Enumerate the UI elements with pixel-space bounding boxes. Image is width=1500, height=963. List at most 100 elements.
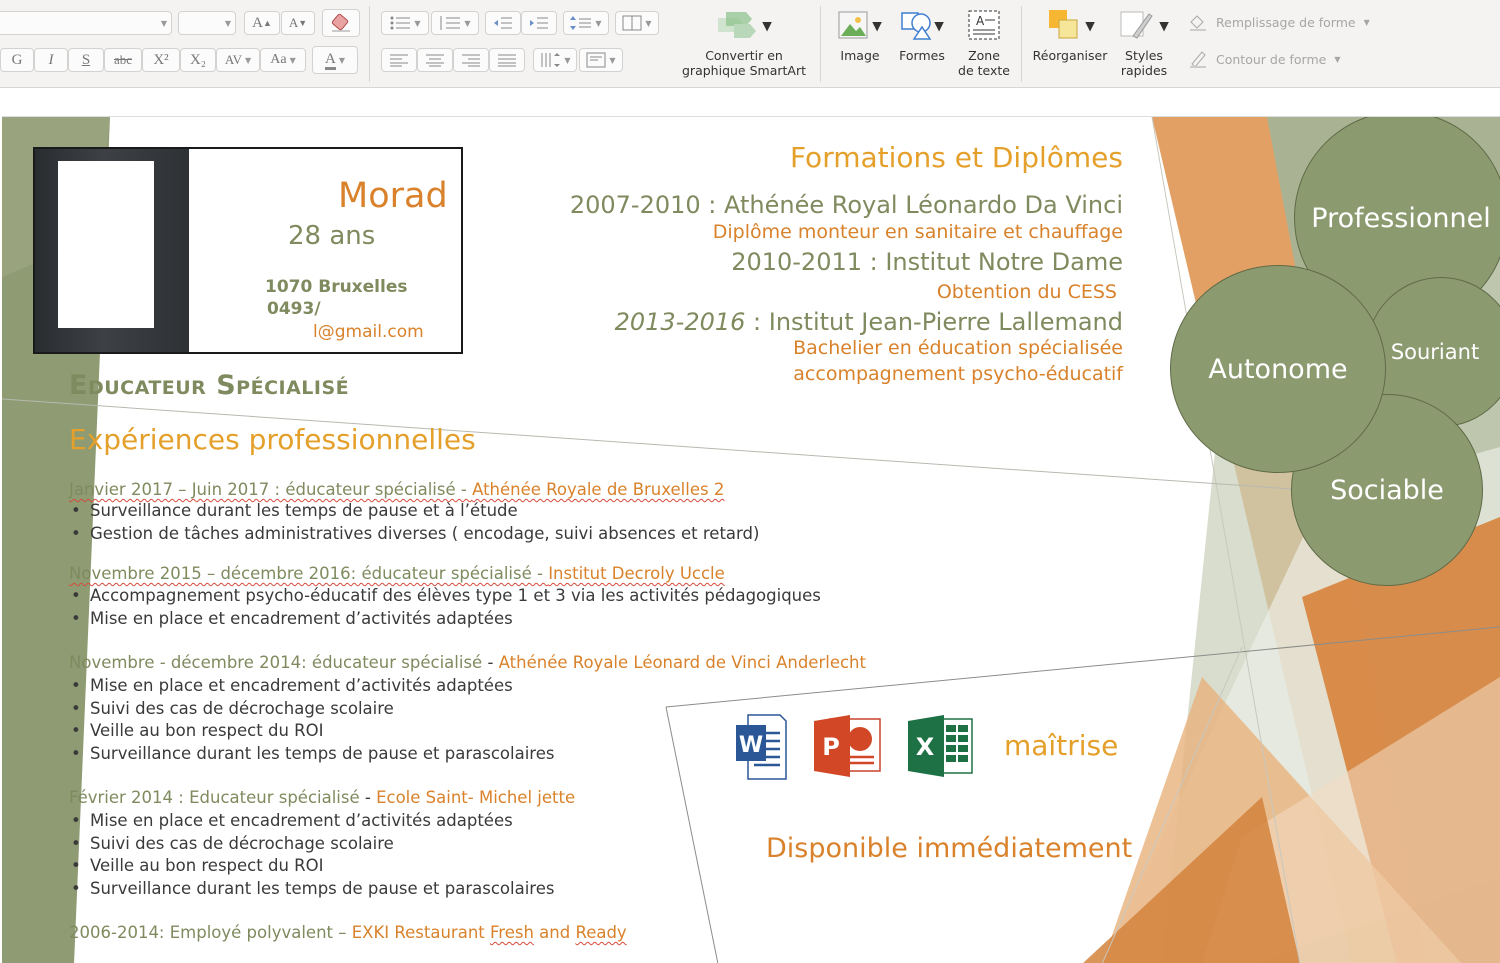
font-color-button[interactable]: A ▼ xyxy=(312,46,358,74)
experience-place: Ecole Saint- Michel jette xyxy=(376,788,576,807)
formation-detail: Obtention du CESS xyxy=(936,281,1117,303)
experience-title: Février 2014 : Educateur spécialisé - Ec… xyxy=(69,788,575,807)
profile-age: 28 ans xyxy=(288,221,376,251)
clear-format-button[interactable] xyxy=(322,9,360,37)
quality-label: Autonome xyxy=(1208,353,1348,385)
italic-button[interactable]: I xyxy=(34,48,68,72)
increase-indent-button[interactable] xyxy=(521,11,557,35)
list-item: Gestion de tâches administratives divers… xyxy=(69,523,759,546)
indent-icon xyxy=(530,17,548,29)
experience-separator: - xyxy=(487,653,499,672)
numbering-button[interactable]: ▼ xyxy=(431,11,479,35)
experience-title: 2006-2014: Employé polyvalent – EXKI Res… xyxy=(69,923,627,942)
experience-place: Ready xyxy=(575,923,627,942)
list-item: Mise en place et encadrement d’activités… xyxy=(69,675,554,698)
numbered-list-icon xyxy=(440,16,461,30)
formation-line: 2013-2016 : Institut Jean-Pierre Lallema… xyxy=(615,308,1123,336)
decrease-indent-button[interactable] xyxy=(485,11,521,35)
profile-phone: 0493/ xyxy=(267,299,321,319)
font-size-select[interactable]: ▼ xyxy=(178,11,236,35)
align-center-button[interactable] xyxy=(417,48,453,72)
slide-canvas[interactable]: Morad 28 ans 1070 Bruxelles 0493/ l@gmai… xyxy=(2,116,1500,963)
experience-dates: Novembre - décembre 2014: éducateur spéc… xyxy=(69,653,488,672)
font-name-select[interactable]: ▼ xyxy=(0,11,172,35)
profile-email: l@gmail.com xyxy=(313,322,424,342)
list-item: Suivi des cas de décrochage scolaire xyxy=(69,833,554,856)
word-letter: W xyxy=(739,733,763,758)
ribbon-separator xyxy=(820,6,821,82)
shape-fill-button[interactable]: Remplissage de forme ▼ xyxy=(1188,13,1370,31)
quality-label: Souriant xyxy=(1390,340,1480,364)
experience-place: EXKI Restaurant xyxy=(351,923,490,942)
powerpoint-letter: P xyxy=(822,733,840,761)
experience-bullets: Accompagnement psycho-éducatif des élève… xyxy=(69,585,821,630)
insert-textbox-button[interactable]: A Zone de texte xyxy=(955,8,1013,78)
bullets-button[interactable]: ▼ xyxy=(381,11,429,35)
quick-styles-button[interactable]: ▼ Styles rapides xyxy=(1116,8,1172,78)
grow-font-button[interactable]: A ▲ xyxy=(244,11,280,35)
experience-place: Athénée Royale Léonard de Vinci Anderlec… xyxy=(498,653,866,672)
columns-button[interactable]: ▼ xyxy=(615,11,659,35)
ribbon-separator xyxy=(1021,6,1022,82)
brush-icon xyxy=(1120,11,1153,39)
shapes-icon xyxy=(901,12,932,40)
job-title: Educateur Spécialisé xyxy=(69,370,350,401)
formation-line: 2007-2010 : Athénée Royal Léonardo Da Vi… xyxy=(569,191,1123,219)
underline-button[interactable]: S xyxy=(68,48,104,72)
image-icon xyxy=(838,11,868,39)
bold-button[interactable]: G xyxy=(0,48,34,72)
list-item: Surveillance durant les temps de pause e… xyxy=(69,500,759,523)
formation-detail: accompagnement psycho-éducatif xyxy=(793,363,1123,385)
text-direction-icon xyxy=(541,53,561,67)
list-item: Surveillance durant les temps de pause e… xyxy=(69,743,554,766)
formation-line: 2010-2011 : Institut Notre Dame xyxy=(731,248,1123,276)
quality-label: Professionnel xyxy=(1311,202,1491,234)
experience-dates: Janvier 2017 – Juin 2017 : éducateur spé… xyxy=(69,480,473,499)
strikethrough-button[interactable]: abc xyxy=(104,48,142,72)
identity-card[interactable]: Morad 28 ans 1070 Bruxelles 0493/ l@gmai… xyxy=(33,147,463,354)
experience-place: Athénée Royale de Bruxelles 2 xyxy=(472,480,725,499)
align-text-icon xyxy=(586,52,606,68)
shrink-font-button[interactable]: A ▼ xyxy=(281,11,315,35)
formation-detail: Diplôme monteur en sanitaire et chauffag… xyxy=(712,221,1123,243)
profile-photo[interactable] xyxy=(35,149,189,352)
list-item: Mise en place et encadrement d’activités… xyxy=(69,810,554,833)
formation-years: 2013-2016 xyxy=(614,308,746,336)
align-left-button[interactable] xyxy=(381,48,417,72)
formations-heading: Formations et Diplômes xyxy=(789,141,1123,174)
line-spacing-button[interactable]: ▼ xyxy=(563,11,609,35)
change-case-button[interactable]: Aa ▼ xyxy=(260,48,306,72)
ribbon-separator xyxy=(369,6,370,82)
excel-icon: X xyxy=(906,713,974,783)
shape-outline-button[interactable]: Contour de forme ▼ xyxy=(1188,50,1340,68)
justify-button[interactable] xyxy=(489,48,525,72)
profile-name: Morad xyxy=(338,176,448,216)
eraser-icon xyxy=(331,13,350,32)
superscript-button[interactable]: X² xyxy=(142,48,180,72)
experiences-heading: Expériences professionnelles xyxy=(69,423,476,456)
paint-bucket-icon xyxy=(1190,15,1206,31)
text-direction-button[interactable]: ▼ xyxy=(533,48,577,72)
excel-letter: X xyxy=(916,733,935,761)
arrange-button[interactable]: ▼ Réorganiser xyxy=(1030,8,1110,63)
convert-smartart-button[interactable]: ▼ Convertir en graphique SmartArt xyxy=(676,8,812,78)
quality-circle-autonome[interactable]: Autonome xyxy=(1170,265,1386,473)
experience-bullets: Mise en place et encadrement d’activités… xyxy=(69,675,554,765)
align-text-button[interactable]: ▼ xyxy=(579,48,623,72)
experience-dates: 2006-2014: Employé polyvalent – xyxy=(69,923,352,942)
experience-dates: Février 2014 : Educateur spécialisé xyxy=(69,788,365,807)
experience-dates: Novembre 2015 – décembre 2016: éducateur… xyxy=(69,564,549,583)
align-left-icon xyxy=(390,54,408,67)
align-right-button[interactable] xyxy=(453,48,489,72)
char-spacing-button[interactable]: AV ▼ xyxy=(216,48,260,72)
insert-image-button[interactable]: ▼ Image xyxy=(833,8,887,63)
list-item: Accompagnement psycho-éducatif des élève… xyxy=(69,585,821,608)
profile-city: 1070 Bruxelles xyxy=(265,277,408,297)
subscript-button[interactable]: X₂ xyxy=(180,48,216,72)
svg-text:A: A xyxy=(976,14,985,28)
columns-icon xyxy=(622,15,642,31)
insert-shapes-button[interactable]: ▼ Formes xyxy=(895,8,949,63)
pen-icon xyxy=(1190,51,1206,68)
experience-title: Novembre - décembre 2014: éducateur spéc… xyxy=(69,653,866,672)
formation-school: : Institut Jean-Pierre Lallemand xyxy=(745,308,1123,336)
